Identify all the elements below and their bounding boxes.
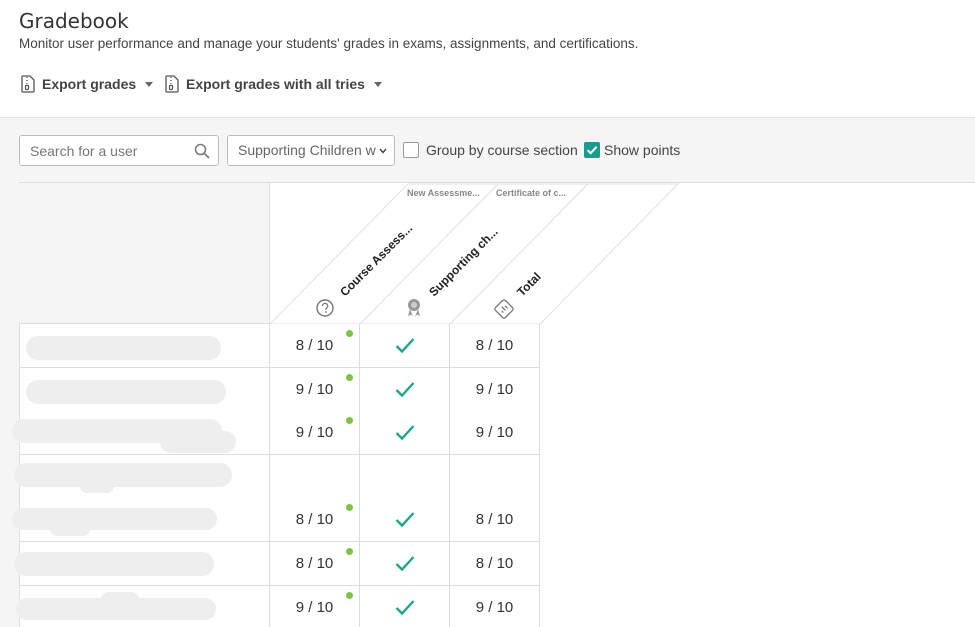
redacted-name bbox=[12, 508, 217, 531]
status-dot bbox=[346, 591, 353, 599]
chevron-down-icon bbox=[145, 81, 154, 87]
search-input[interactable] bbox=[20, 136, 185, 165]
page-title: Gradebook bbox=[19, 9, 129, 33]
user-name-cell[interactable] bbox=[12, 498, 270, 543]
grade-cell-total[interactable]: 8 / 10 bbox=[450, 542, 540, 586]
grade-cell-total[interactable]: 8 / 10 bbox=[450, 498, 540, 543]
search-icon[interactable] bbox=[194, 143, 210, 159]
check-icon bbox=[395, 338, 415, 354]
user-name-cell[interactable] bbox=[12, 411, 270, 456]
redacted-name bbox=[14, 552, 214, 576]
grade-cell-certificate[interactable] bbox=[360, 585, 450, 627]
zip-file-icon bbox=[21, 75, 35, 93]
redacted-name bbox=[80, 478, 114, 493]
table-row: 8 / 10 8 / 10 bbox=[14, 542, 540, 586]
status-dot bbox=[346, 548, 353, 555]
grade-cell-certificate[interactable] bbox=[360, 498, 450, 543]
grade-cell-certificate[interactable] bbox=[360, 367, 450, 412]
status-dot bbox=[346, 373, 353, 381]
export-all-tries-button[interactable]: Export grades with all tries bbox=[165, 73, 382, 95]
export-all-tries-label: Export grades with all tries bbox=[186, 76, 365, 92]
checkmark-icon bbox=[586, 146, 598, 155]
grade-cell-course-assessment[interactable]: 9 / 10 bbox=[270, 585, 360, 627]
redacted-name bbox=[100, 591, 140, 610]
check-icon bbox=[395, 556, 415, 572]
grade-cell-course-assessment[interactable]: 8 / 10 bbox=[270, 498, 360, 543]
redacted-name bbox=[26, 336, 221, 360]
grade-cell-total[interactable]: 8 / 10 bbox=[450, 324, 540, 368]
grade-cell-course-assessment[interactable]: 9 / 10 bbox=[270, 367, 360, 412]
grade-cell-course-assessment[interactable]: 8 / 10 bbox=[270, 542, 360, 586]
page-subtitle: Monitor user performance and manage your… bbox=[19, 36, 639, 51]
grade-cell-total[interactable] bbox=[450, 454, 540, 499]
grade-cell-certificate[interactable] bbox=[360, 454, 450, 499]
check-icon bbox=[395, 512, 415, 528]
header: Gradebook Monitor user performance and m… bbox=[0, 0, 975, 118]
check-icon bbox=[395, 599, 415, 615]
grade-cell-certificate[interactable] bbox=[360, 542, 450, 586]
grade-cell-course-assessment[interactable]: 9 / 10 bbox=[270, 411, 360, 456]
status-dot bbox=[346, 504, 353, 512]
chevron-down-icon bbox=[379, 148, 387, 154]
grade-cell-total[interactable]: 9 / 10 bbox=[450, 367, 540, 412]
group-by-checkbox[interactable] bbox=[403, 142, 419, 158]
table-row: 8 / 10 8 / 10 bbox=[12, 498, 540, 543]
user-name-cell[interactable] bbox=[16, 585, 270, 627]
redacted-name bbox=[14, 462, 232, 487]
table-row bbox=[14, 454, 540, 499]
table-row: 9 / 10 9 / 10 bbox=[12, 411, 540, 456]
user-name-cell[interactable] bbox=[14, 454, 270, 499]
grade-cell-course-assessment[interactable]: 8 / 10 bbox=[270, 324, 360, 368]
grade-cell-total[interactable]: 9 / 10 bbox=[450, 585, 540, 627]
show-points-checkbox[interactable] bbox=[584, 142, 600, 158]
check-icon bbox=[395, 425, 415, 441]
show-points-label: Show points bbox=[604, 142, 681, 158]
chevron-down-icon bbox=[373, 81, 382, 87]
redacted-name bbox=[50, 522, 90, 537]
redacted-name bbox=[26, 379, 226, 404]
search-box[interactable] bbox=[19, 135, 219, 166]
status-dot bbox=[346, 417, 353, 425]
course-select[interactable]: Supporting Children w bbox=[227, 135, 395, 166]
group-by-label: Group by course section bbox=[426, 142, 578, 158]
table-row: 9 / 10 9 / 10 bbox=[16, 585, 540, 627]
redacted-name bbox=[160, 431, 236, 454]
check-icon bbox=[395, 381, 415, 397]
name-column-header bbox=[19, 183, 270, 324]
zip-file-icon bbox=[165, 75, 179, 93]
grade-cell-certificate[interactable] bbox=[360, 324, 450, 368]
table-row: 8 / 10 8 / 10 bbox=[20, 324, 540, 368]
grade-cell-certificate[interactable] bbox=[360, 411, 450, 456]
user-name-cell[interactable] bbox=[20, 324, 270, 368]
export-grades-label: Export grades bbox=[42, 76, 137, 92]
course-select-value: Supporting Children w bbox=[238, 142, 376, 158]
table-row: 9 / 10 9 / 10 bbox=[20, 367, 540, 412]
status-dot bbox=[346, 330, 353, 337]
user-name-cell[interactable] bbox=[20, 367, 270, 412]
grade-cell-total[interactable]: 9 / 10 bbox=[450, 411, 540, 456]
user-name-cell[interactable] bbox=[14, 542, 270, 586]
grade-cell-course-assessment[interactable] bbox=[270, 454, 360, 499]
export-grades-button[interactable]: Export grades bbox=[21, 73, 154, 95]
